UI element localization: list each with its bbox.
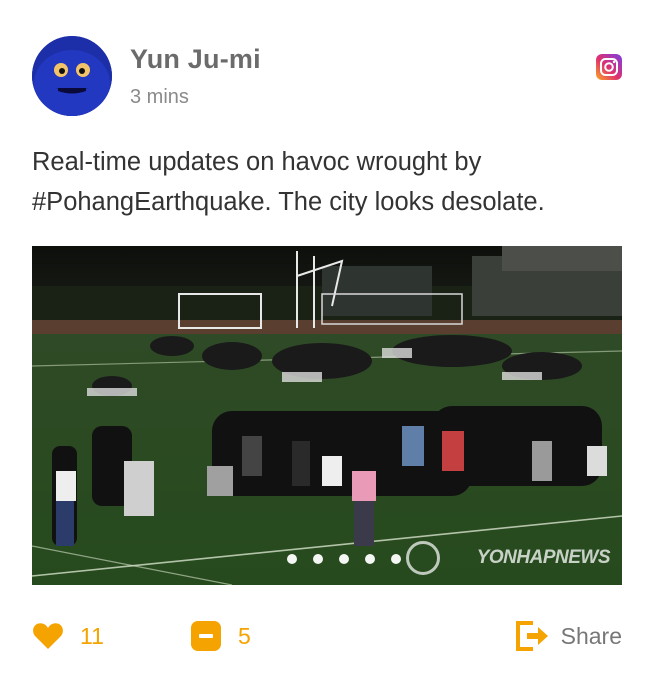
yonhap-logo-icon	[406, 541, 440, 575]
carousel-dot[interactable]	[391, 554, 401, 564]
author-name[interactable]: Yun Ju-mi	[130, 44, 261, 75]
avatar[interactable]	[32, 36, 112, 116]
like-count: 11	[80, 622, 104, 649]
like-button[interactable]: 11	[32, 618, 104, 654]
share-arrow-icon	[515, 621, 548, 651]
photo-watermark: YONHAPNEWS	[476, 547, 611, 568]
heart-icon	[33, 623, 63, 649]
social-post-card: Yun Ju-mi 3 mins Real-time updates on ha…	[0, 0, 656, 686]
carousel-dot[interactable]	[313, 554, 323, 564]
night-stadium-crowd-image	[32, 246, 622, 585]
comment-count: 5	[238, 622, 251, 649]
post-text: Real-time updates on havoc wrought by #P…	[32, 148, 545, 216]
instagram-icon[interactable]	[596, 54, 622, 80]
blue-character-avatar-icon	[32, 36, 112, 116]
carousel-dot[interactable]	[339, 554, 349, 564]
action-bar: 11 5 Share	[0, 612, 656, 660]
carousel-dot[interactable]	[287, 554, 297, 564]
share-button[interactable]: Share	[513, 618, 622, 654]
share-label: Share	[560, 622, 622, 649]
comment-button[interactable]: 5	[190, 618, 251, 654]
post-photo[interactable]: YONHAPNEWS	[32, 246, 622, 585]
carousel-dot[interactable]	[365, 554, 375, 564]
comment-icon	[191, 621, 221, 651]
post-timestamp: 3 mins	[130, 86, 189, 108]
